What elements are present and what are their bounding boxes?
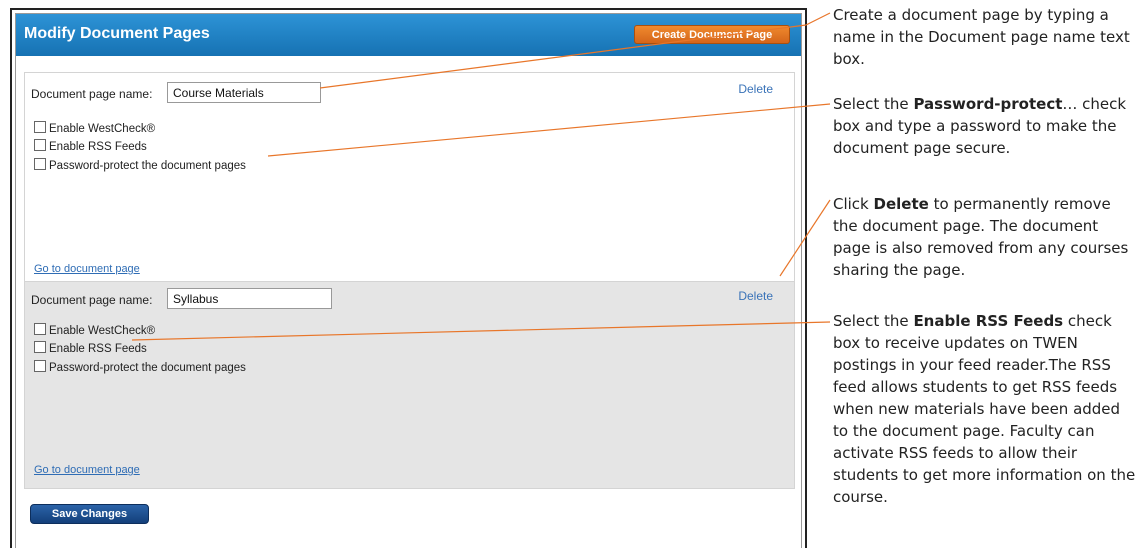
callout-bold-text: Enable RSS Feeds <box>913 312 1064 330</box>
password-protect-checkbox[interactable]: Password-protect the document pages <box>34 158 246 172</box>
callout-text: Click <box>833 195 874 213</box>
enable-rss-feeds-checkbox[interactable]: Enable RSS Feeds <box>34 341 147 355</box>
document-page-name-input[interactable]: Course Materials <box>167 82 321 103</box>
checkbox-box[interactable] <box>34 121 46 133</box>
checkbox-box[interactable] <box>34 139 46 151</box>
create-document-page-button[interactable]: Create Document Page <box>634 25 790 44</box>
checkbox-label: Enable WestCheck® <box>49 123 156 135</box>
checkbox-label: Password-protect the document pages <box>49 160 246 172</box>
document-page-panel: Document page name: Syllabus Delete Enab… <box>24 282 795 489</box>
callout-bold-text: Password-protect <box>913 95 1063 113</box>
enable-westcheck-checkbox[interactable]: Enable WestCheck® <box>34 323 155 337</box>
checkbox-box[interactable] <box>34 341 46 353</box>
leader-line-create <box>805 12 831 26</box>
delete-link[interactable]: Delete <box>738 289 773 303</box>
document-page-panel: Document page name: Course Materials Del… <box>24 72 795 282</box>
callout-bold-text: Delete <box>873 195 929 213</box>
delete-link[interactable]: Delete <box>738 82 773 96</box>
checkbox-label: Enable RSS Feeds <box>49 343 147 355</box>
header-bar: Modify Document Pages Create Document Pa… <box>16 14 801 56</box>
callout-text: check box to receive updates on TWEN pos… <box>833 312 1136 506</box>
callout-delete: Click Delete to permanently remove the d… <box>833 193 1139 281</box>
checkbox-box[interactable] <box>34 323 46 335</box>
callout-enable-rss-feeds: Select the Enable RSS Feeds check box to… <box>833 310 1139 508</box>
document-page-name-input[interactable]: Syllabus <box>167 288 332 309</box>
go-to-document-page-link[interactable]: Go to document page <box>34 464 140 476</box>
go-to-document-page-link[interactable]: Go to document page <box>34 263 140 275</box>
document-page-name-label: Document page name: <box>31 87 153 101</box>
save-changes-button[interactable]: Save Changes <box>30 504 149 524</box>
checkbox-box[interactable] <box>34 158 46 170</box>
checkbox-label: Enable WestCheck® <box>49 325 156 337</box>
callout-text: Select the <box>833 95 914 113</box>
document-page-name-label: Document page name: <box>31 293 153 307</box>
callout-password-protect: Select the Password-protect… check box a… <box>833 93 1139 159</box>
checkbox-box[interactable] <box>34 360 46 372</box>
enable-rss-feeds-checkbox[interactable]: Enable RSS Feeds <box>34 139 147 153</box>
enable-westcheck-checkbox[interactable]: Enable WestCheck® <box>34 121 155 135</box>
modify-document-pages-window: Modify Document Pages Create Document Pa… <box>10 8 807 548</box>
callout-text: Select the <box>833 312 914 330</box>
window-content: Modify Document Pages Create Document Pa… <box>15 13 802 548</box>
checkbox-label: Password-protect the document pages <box>49 362 246 374</box>
callout-create-document-page: Create a document page by typing a name … <box>833 6 1130 68</box>
page-title: Modify Document Pages <box>24 25 210 42</box>
password-protect-checkbox[interactable]: Password-protect the document pages <box>34 360 246 374</box>
checkbox-label: Enable RSS Feeds <box>49 141 147 153</box>
